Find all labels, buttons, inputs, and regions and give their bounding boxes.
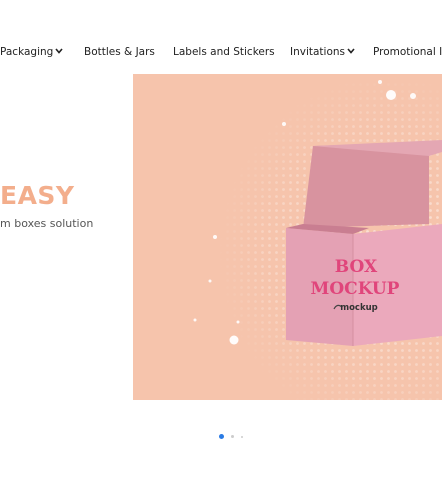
sparkle-dot (193, 318, 197, 322)
sparkle-dot (282, 122, 286, 126)
nav-item-invitations[interactable]: Invitations (290, 45, 355, 59)
sparkle-dot (236, 320, 240, 324)
nav-item-label: Promotional It (373, 46, 442, 58)
nav-item-label: Labels and Stickers (173, 46, 275, 58)
sparkle-dot (410, 93, 416, 99)
sparkle-dot (213, 235, 217, 239)
hero-text-area (0, 74, 133, 400)
hero-headline: EASY (0, 181, 75, 210)
sparkle-dot (386, 90, 396, 100)
box-inner-wall (303, 142, 429, 228)
hero-banner[interactable]: BOX MOCKUP mockup (133, 74, 442, 400)
carousel-dot[interactable] (241, 435, 243, 438)
carousel-dot-active[interactable] (219, 434, 224, 439)
nav-item-label: Invitations (290, 46, 346, 58)
nav-item-labels-stickers[interactable]: Labels and Stickers (173, 45, 275, 59)
sparkle-dot (208, 279, 212, 283)
nav-item-promotional[interactable]: Promotional It (373, 45, 442, 59)
carousel-pagination (0, 434, 442, 444)
box-title-line2: MOCKUP (311, 279, 400, 299)
nav-item-label: Bottles & Jars (84, 46, 155, 58)
nav-item-bottles-jars[interactable]: Bottles & Jars (84, 45, 155, 59)
chevron-down-icon (55, 48, 63, 54)
nav-item-label: Packaging (0, 46, 54, 58)
chevron-down-icon (347, 48, 355, 54)
hero-subtext: m boxes solution (0, 217, 94, 230)
box-mockup-illustration: BOX MOCKUP mockup (133, 74, 442, 400)
box-brand-text: mockup (340, 303, 378, 313)
box-title-line1: BOX (335, 257, 378, 277)
carousel-dot[interactable] (231, 435, 234, 438)
nav-item-packaging[interactable]: Packaging (0, 45, 63, 59)
top-navigation: Packaging Bottles & Jars Labels and Stic… (0, 0, 442, 75)
sparkle-dot (378, 80, 382, 84)
sparkle-dot (229, 335, 239, 345)
